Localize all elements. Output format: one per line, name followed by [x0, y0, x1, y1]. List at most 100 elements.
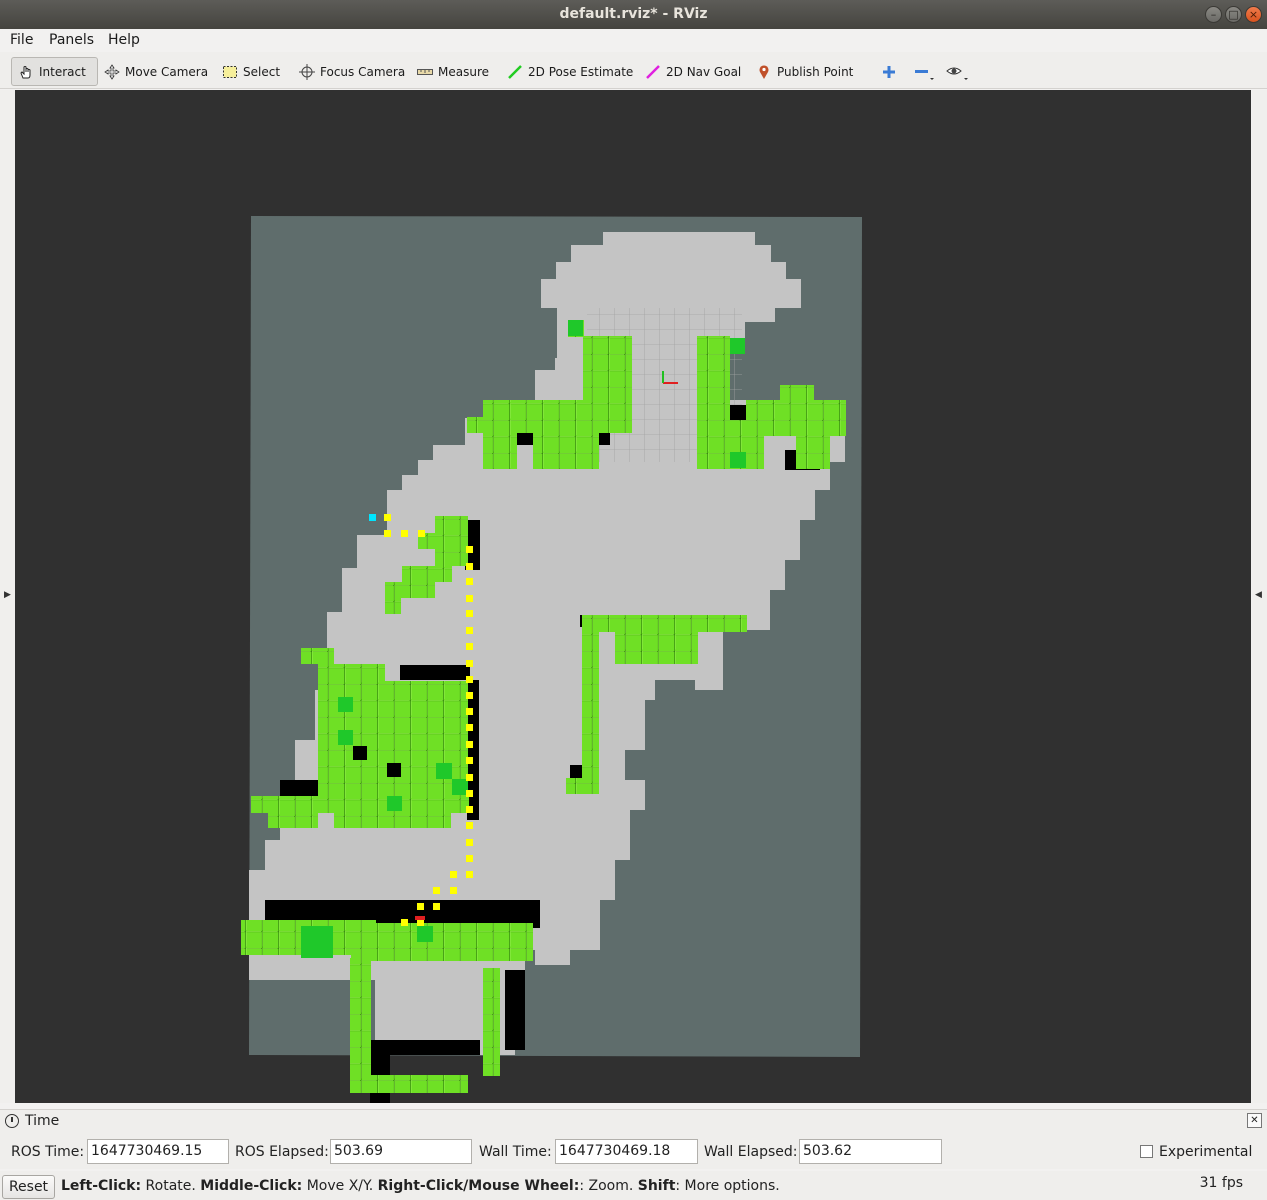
remove-tool-button[interactable] [908, 57, 936, 86]
menu-help[interactable]: Help [108, 32, 140, 48]
obstacle-cube-block [483, 968, 500, 1076]
hint-key: Shift [637, 1178, 676, 1194]
obstacle-shadow [400, 665, 470, 680]
reset-button[interactable]: Reset [2, 1175, 55, 1199]
highlighted-cube [338, 697, 353, 712]
highlighted-cube [301, 926, 333, 958]
obstacle-cube-block [251, 796, 469, 813]
path-marker [466, 627, 473, 634]
path-marker [466, 806, 473, 813]
tool-select[interactable]: Select [216, 57, 286, 86]
add-tool-button[interactable] [875, 57, 903, 86]
wall-elapsed-field[interactable]: 503.62 [799, 1139, 942, 1164]
menu-panels[interactable]: Panels [49, 32, 94, 48]
tool-label: 2D Pose Estimate [528, 64, 634, 79]
path-marker [466, 563, 473, 570]
wall-time-field[interactable]: 1647730469.18 [555, 1139, 698, 1164]
tool-label: Publish Point [777, 64, 854, 79]
close-panel-button[interactable]: ✕ [1247, 1113, 1262, 1128]
select-icon [222, 64, 238, 80]
tool-interact[interactable]: Interact [11, 57, 98, 86]
obstacle-cube-block [533, 433, 599, 469]
measure-icon [417, 64, 433, 80]
tool-label: 2D Nav Goal [666, 64, 742, 79]
window-title: default.rviz* - RViz [559, 6, 708, 22]
tool-measure[interactable]: Measure [411, 57, 495, 86]
render-viewport[interactable] [15, 90, 1251, 1103]
ros-time-label: ROS Time: [11, 1144, 85, 1160]
highlighted-cube [338, 730, 353, 745]
tool-label: Focus Camera [320, 64, 406, 79]
expand-left-icon: ▶ [4, 590, 11, 600]
close-button[interactable]: × [1245, 6, 1262, 23]
obstacle-cube-block [598, 336, 632, 353]
tool-label: Select [243, 64, 281, 79]
title-bar: default.rviz* - RViz – □ × [0, 0, 1267, 29]
hint-key: Left-Click: [61, 1178, 142, 1194]
obstacle-cube-block [697, 336, 730, 469]
minimize-button[interactable]: – [1205, 6, 1222, 23]
menu-file[interactable]: File [10, 32, 33, 48]
highlighted-cube [387, 796, 402, 811]
move-camera-icon [104, 63, 120, 80]
path-marker [466, 741, 473, 748]
focus-camera-icon [299, 63, 315, 80]
highlighted-cube [452, 779, 468, 795]
tool-focus-camera[interactable]: Focus Camera [293, 57, 411, 86]
path-marker [417, 919, 424, 926]
path-marker [466, 839, 473, 846]
highlighted-cube [417, 926, 433, 942]
wall-time-label: Wall Time: [479, 1144, 552, 1160]
path-marker [466, 676, 473, 683]
clock-icon [5, 1114, 19, 1128]
view-options-button[interactable] [940, 57, 968, 86]
robot-marker [415, 916, 425, 920]
path-marker [466, 790, 473, 797]
path-marker [433, 903, 440, 910]
highlighted-cube [730, 338, 745, 354]
path-marker [369, 514, 376, 521]
path-marker [466, 595, 473, 602]
menu-bar: File Panels Help [0, 29, 1267, 52]
hint-text: Move X/Y. [302, 1178, 378, 1194]
right-dock-toggle[interactable]: ◀ [1252, 90, 1267, 1103]
path-marker [433, 887, 440, 894]
plus-icon [881, 64, 897, 80]
path-marker [417, 903, 424, 910]
time-panel: Time ✕ ROS Time: 1647730469.15 ROS Elaps… [0, 1109, 1267, 1169]
obstacle-cube-block [583, 336, 599, 352]
hand-icon [18, 64, 34, 80]
map-scene [241, 216, 862, 1103]
path-marker [466, 855, 473, 862]
ros-elapsed-field[interactable]: 503.69 [330, 1139, 472, 1164]
path-marker [466, 757, 473, 764]
wall-elapsed-label: Wall Elapsed: [704, 1144, 798, 1160]
obstacle-cube-block [435, 516, 468, 533]
obstacle-cube-block [385, 598, 401, 614]
left-dock-toggle[interactable]: ▶ [0, 90, 15, 1103]
nav-goal-icon [645, 64, 661, 80]
tool-label: Measure [438, 64, 489, 79]
path-marker [466, 774, 473, 781]
highlighted-cube [730, 452, 746, 468]
tool-2d-nav-goal[interactable]: 2D Nav Goal [639, 57, 747, 86]
obstacle-cube-block [713, 336, 729, 353]
ros-time-field[interactable]: 1647730469.15 [87, 1139, 229, 1164]
obstacle-cube-block [467, 417, 517, 433]
minus-icon [914, 64, 934, 80]
tool-move-camera[interactable]: Move Camera [98, 57, 214, 86]
path-marker [466, 822, 473, 829]
hint-text: Rotate. [141, 1178, 201, 1194]
tool-2d-pose-estimate[interactable]: 2D Pose Estimate [501, 57, 639, 86]
pose-estimate-icon [507, 64, 523, 80]
path-marker [466, 610, 473, 617]
experimental-checkbox[interactable] [1140, 1145, 1153, 1158]
time-panel-title: Time [25, 1113, 60, 1129]
obstacle-cube-block [796, 436, 830, 469]
obstacle-cube-block [780, 385, 814, 401]
tool-label: Interact [39, 64, 86, 79]
tool-publish-point[interactable]: Publish Point [750, 57, 859, 86]
highlighted-cube [568, 320, 583, 336]
maximize-button[interactable]: □ [1225, 6, 1242, 23]
obstacle-cube-block [746, 400, 846, 436]
